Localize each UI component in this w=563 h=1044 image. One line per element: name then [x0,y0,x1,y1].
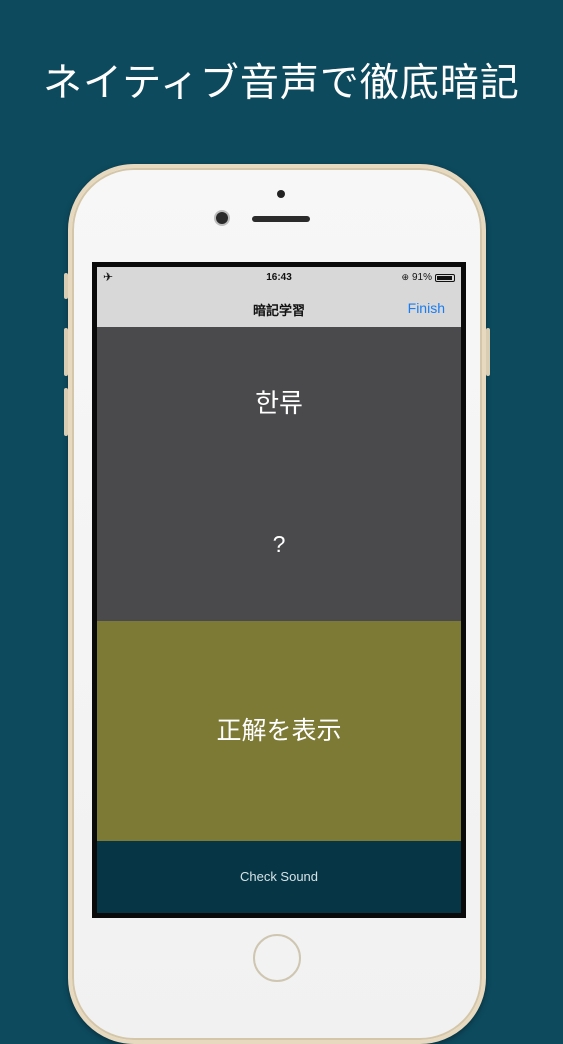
flashcard-word: 한류 [255,389,303,419]
home-button[interactable] [253,934,301,982]
finish-button[interactable]: Finish [408,300,445,316]
nav-title: 暗記学習 [252,303,305,318]
phone-frame: ✈ 16:43 ⊕ 91% 暗記学習 Finish 한류 ? 正解を表示 Che… [64,164,490,1044]
show-answer-button[interactable]: 正解を表示 [97,621,461,841]
phone-screen: ✈ 16:43 ⊕ 91% 暗記学習 Finish 한류 ? 正解を表示 Che… [92,262,466,918]
silent-switch [64,273,68,299]
headline: ネイティブ音声で徹底暗記 [43,61,520,106]
battery-fill [437,275,452,280]
status-right: ⊕ 91% [401,272,455,283]
check-sound-button[interactable]: Check Sound [97,841,461,913]
proximity-sensor [277,190,285,198]
volume-up-button [64,328,68,376]
flashcard-answer: ? [272,531,286,557]
battery-percent: 91% [411,272,432,283]
flashcard-question: 한류 ? [97,327,461,621]
power-button [486,328,490,376]
earpiece-speaker [252,216,310,222]
front-camera [216,212,228,224]
navigation-bar: 暗記学習 Finish [97,289,461,327]
volume-down-button [64,388,68,436]
status-bar: ✈ 16:43 ⊕ 91% [97,267,461,289]
battery-icon [435,273,455,282]
orientation-lock-icon: ⊕ [401,272,409,282]
